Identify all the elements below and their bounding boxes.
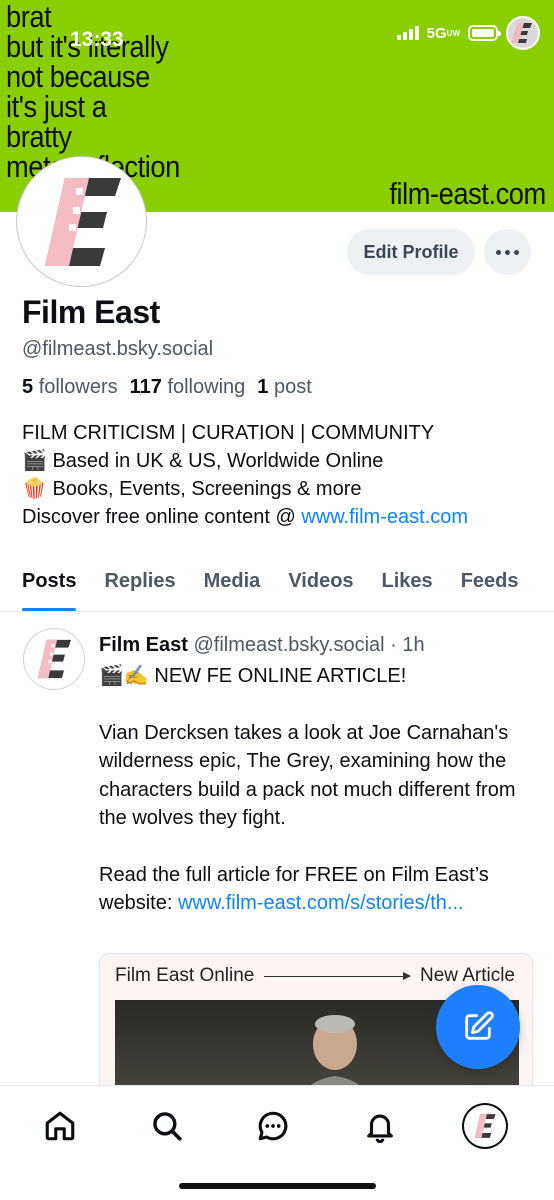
post-author-avatar[interactable] bbox=[24, 629, 84, 689]
profile-tabs: Posts Replies Media Videos Likes Feeds bbox=[0, 556, 554, 612]
tab-media[interactable]: Media bbox=[204, 556, 261, 611]
compose-post-button[interactable] bbox=[436, 985, 520, 1069]
tab-likes[interactable]: Likes bbox=[382, 556, 433, 611]
profile-bio: FILM CRITICISM | CURATION | COMMUNITY 🎬 … bbox=[22, 419, 468, 531]
network-label: 5GUW bbox=[426, 24, 460, 42]
arrow-icon bbox=[264, 971, 411, 980]
post-author-name[interactable]: Film East bbox=[99, 634, 188, 656]
status-time: 13:33 bbox=[70, 28, 124, 51]
post-emoji-icons: 🎬✍️ bbox=[99, 665, 149, 687]
edit-profile-button[interactable]: Edit Profile bbox=[347, 229, 475, 275]
profile-handle: @filmeast.bsky.social bbox=[22, 338, 214, 360]
compose-icon bbox=[465, 1011, 494, 1040]
posts-count: 1 post bbox=[257, 376, 312, 398]
home-icon[interactable] bbox=[38, 1104, 82, 1148]
battery-icon bbox=[468, 25, 501, 41]
clapper-icon: 🎬 bbox=[22, 450, 47, 472]
popcorn-icon: 🍿 bbox=[22, 478, 47, 500]
following-link[interactable]: 117 following bbox=[130, 376, 246, 399]
tab-feeds[interactable]: Feeds bbox=[461, 556, 519, 611]
bio-line: FILM CRITICISM | CURATION | COMMUNITY bbox=[22, 422, 435, 444]
bell-icon[interactable] bbox=[358, 1104, 402, 1148]
tab-posts[interactable]: Posts bbox=[22, 556, 77, 611]
tab-videos[interactable]: Videos bbox=[288, 556, 353, 611]
chat-icon[interactable] bbox=[251, 1104, 295, 1148]
more-options-button[interactable] bbox=[484, 229, 531, 275]
post-text[interactable]: 🎬✍️ NEW FE ONLINE ARTICLE! Vian Dercksen… bbox=[99, 662, 539, 918]
bio-line: 🍿 Books, Events, Screenings & more bbox=[22, 478, 362, 500]
display-name: Film East bbox=[22, 294, 160, 330]
status-indicators: 5GUW bbox=[396, 16, 540, 50]
followers-link[interactable]: 5 followers bbox=[22, 376, 118, 399]
home-indicator bbox=[179, 1183, 376, 1189]
post-article-link[interactable]: www.film-east.com/s/stories/th... bbox=[178, 892, 464, 914]
film-east-logo-icon bbox=[37, 639, 71, 679]
embed-header: Film East Online New Article bbox=[115, 965, 515, 986]
tab-replies[interactable]: Replies bbox=[104, 556, 175, 611]
post-header: Film East @filmeast.bsky.social · 1h bbox=[99, 634, 425, 656]
bio-website-link[interactable]: www.film-east.com bbox=[301, 506, 468, 528]
banner-url: film-east.com bbox=[389, 176, 547, 211]
profile-avatar-icon[interactable] bbox=[464, 1105, 506, 1147]
bio-line: Discover free online content @ www.film-… bbox=[22, 506, 469, 528]
post-author-handle[interactable]: @filmeast.bsky.social bbox=[193, 634, 384, 656]
profile-stats: 5 followers 117 following 1 post bbox=[22, 376, 312, 399]
account-avatar-icon[interactable] bbox=[506, 16, 540, 50]
signal-icon bbox=[396, 26, 419, 40]
profile-avatar[interactable] bbox=[17, 157, 146, 286]
bio-line: 🎬 Based in UK & US, Worldwide Online bbox=[22, 450, 384, 472]
post-time: 1h bbox=[402, 634, 425, 656]
film-east-logo-icon bbox=[44, 177, 121, 266]
search-icon[interactable] bbox=[145, 1104, 189, 1148]
